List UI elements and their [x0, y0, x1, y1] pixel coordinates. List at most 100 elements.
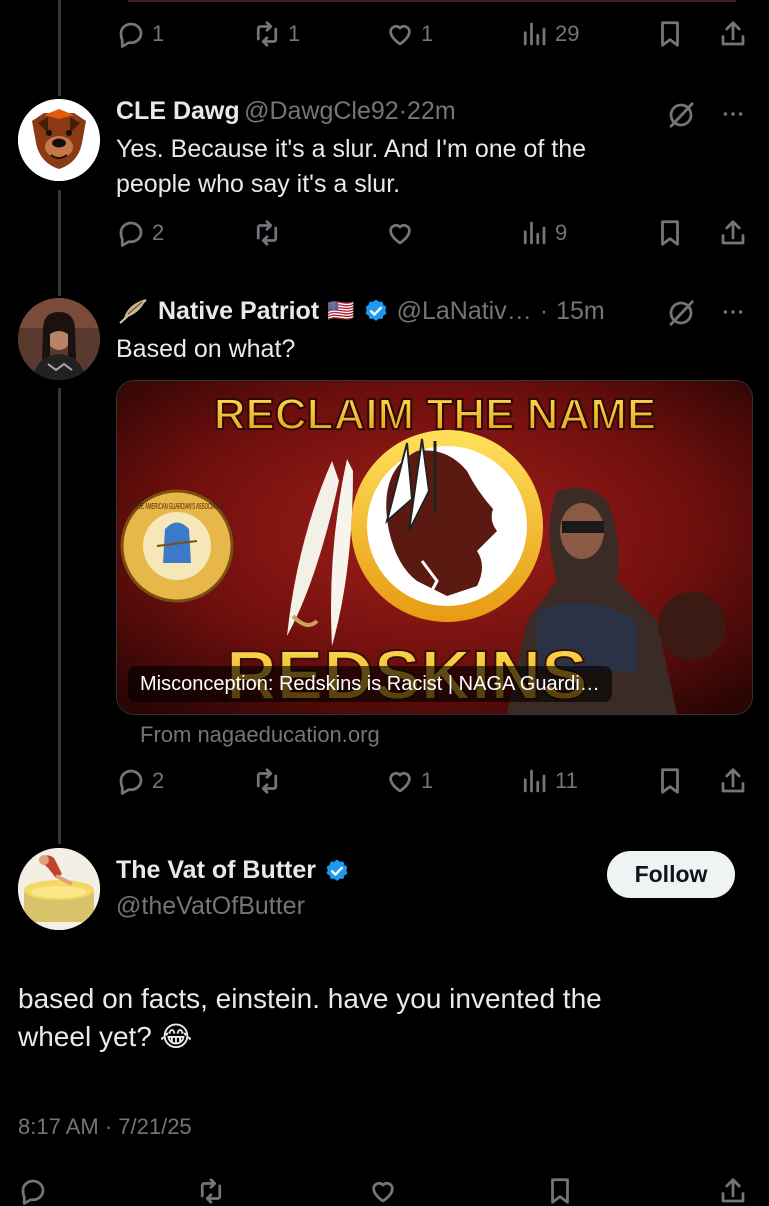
heart-icon — [372, 1182, 394, 1203]
views-count: 29 — [555, 21, 580, 46]
reply-icon — [119, 769, 143, 795]
bookmark-button[interactable] — [655, 766, 685, 796]
heart-icon — [389, 772, 411, 793]
bookmark-button[interactable] — [655, 218, 685, 248]
retweet-icon — [256, 220, 278, 246]
seal-text: NATIVE AMERICAN GUARDIAN'S ASSOCIATION — [129, 502, 225, 511]
profile-photo — [18, 298, 100, 380]
retweet-icon — [256, 21, 278, 47]
dog-logo-icon — [18, 99, 100, 181]
retweet-button[interactable] — [252, 766, 282, 796]
tweet-text-line: Yes. Because it's a slur. And I'm one of… — [116, 135, 587, 163]
tweet-text: Based on what? — [116, 335, 296, 363]
views-button[interactable]: 9 — [519, 218, 567, 248]
reply-button[interactable]: 1 — [116, 19, 164, 49]
retweet-count: 1 — [288, 21, 301, 46]
avatar[interactable] — [18, 298, 100, 380]
handle[interactable]: @LaNativ… — [397, 297, 532, 326]
bookmark-button[interactable] — [545, 1176, 575, 1206]
retweet-button[interactable] — [252, 218, 282, 248]
link-card[interactable]: RECLAIM THE NAME NATIVE AMERICAN GUARDIA… — [116, 380, 753, 715]
tweet-header: CLE Dawg @DawgCle92·22m — [116, 97, 456, 126]
grok-icon — [669, 300, 694, 326]
share-button[interactable] — [718, 1176, 748, 1206]
like-count: 1 — [421, 768, 434, 793]
retweet-icon — [200, 1178, 222, 1204]
display-name[interactable]: Native Patriot — [158, 297, 319, 326]
share-icon — [721, 220, 745, 245]
retweet-icon — [256, 768, 278, 794]
post-timestamp[interactable]: 8:17 AM · 7/21/25 — [18, 1114, 192, 1140]
previous-card-edge — [128, 0, 736, 2]
like-count: 1 — [421, 21, 434, 46]
like-button[interactable]: 1 — [385, 19, 433, 49]
grok-icon — [669, 102, 694, 128]
timestamp[interactable]: 15m — [556, 297, 605, 326]
views-button[interactable]: 29 — [519, 19, 579, 49]
card-source[interactable]: From nagaeducation.org — [140, 722, 380, 748]
views-count: 9 — [555, 220, 568, 245]
follow-button[interactable]: Follow — [607, 851, 735, 898]
tweet-header: Native Patriot 🇺🇸 @LaNativ… · 15m — [116, 296, 605, 326]
share-button[interactable] — [718, 19, 748, 49]
avatar[interactable] — [18, 848, 100, 930]
timestamp[interactable]: 22m — [407, 97, 456, 125]
us-flag-emoji: 🇺🇸 — [327, 298, 355, 323]
main-tweet-text: based on facts, einstein. have you inven… — [18, 980, 602, 1056]
tweet-text: Yes. Because it's a slur. And I'm one of… — [116, 132, 586, 202]
heart-icon — [389, 224, 411, 245]
reply-count: 2 — [152, 768, 165, 793]
bookmark-icon — [551, 1178, 569, 1204]
reply-icon — [21, 1179, 45, 1205]
share-icon — [721, 1178, 745, 1203]
share-button[interactable] — [718, 766, 748, 796]
verified-badge-icon — [365, 299, 386, 321]
verified-badge-icon — [326, 859, 348, 881]
handle[interactable]: @DawgCle92 — [244, 97, 399, 125]
separator-dot: · — [539, 296, 549, 325]
like-button[interactable]: 1 — [385, 766, 433, 796]
bookmark-icon — [661, 21, 679, 47]
retweet-button[interactable]: 1 — [252, 19, 300, 49]
like-button[interactable] — [368, 1176, 398, 1206]
author-name-row: The Vat of Butter — [116, 856, 350, 885]
views-count: 11 — [555, 768, 578, 793]
thread-line — [58, 0, 61, 96]
more-icon — [723, 310, 743, 314]
card-caption[interactable]: Misconception: Redskins is Racist | NAGA… — [128, 666, 612, 702]
thread-line — [58, 388, 61, 844]
bookmark-button[interactable] — [655, 19, 685, 49]
views-button[interactable]: 11 — [519, 766, 578, 796]
retweet-button[interactable] — [196, 1176, 226, 1206]
grok-button[interactable] — [666, 100, 696, 135]
feather-icon — [119, 299, 147, 324]
reply-icon — [119, 22, 143, 48]
more-button[interactable] — [718, 101, 748, 132]
share-icon — [721, 21, 745, 46]
reply-icon — [119, 221, 143, 247]
views-icon — [523, 769, 546, 793]
tweet-text-line: people who say it's a slur. — [116, 170, 401, 198]
reply-count: 2 — [152, 220, 165, 245]
grok-button[interactable] — [666, 298, 696, 333]
more-button[interactable] — [718, 299, 748, 330]
heart-icon — [389, 25, 411, 46]
views-icon — [523, 22, 546, 46]
reply-button[interactable] — [18, 1176, 48, 1206]
handle[interactable]: @theVatOfButter — [116, 892, 305, 921]
share-icon — [721, 768, 745, 793]
more-icon — [723, 112, 743, 116]
bookmark-icon — [661, 220, 679, 246]
card-image: RECLAIM THE NAME NATIVE AMERICAN GUARDIA… — [117, 381, 752, 714]
display-name[interactable]: The Vat of Butter — [116, 856, 316, 885]
butter-vat-image — [18, 848, 100, 930]
reply-button[interactable]: 2 — [116, 766, 164, 796]
display-name[interactable]: CLE Dawg — [116, 97, 240, 125]
separator-dot: · — [398, 97, 408, 125]
like-button[interactable] — [385, 218, 415, 248]
bookmark-icon — [661, 768, 679, 794]
reply-button[interactable]: 2 — [116, 218, 164, 248]
avatar[interactable] — [18, 99, 100, 181]
views-icon — [523, 221, 546, 245]
share-button[interactable] — [718, 218, 748, 248]
